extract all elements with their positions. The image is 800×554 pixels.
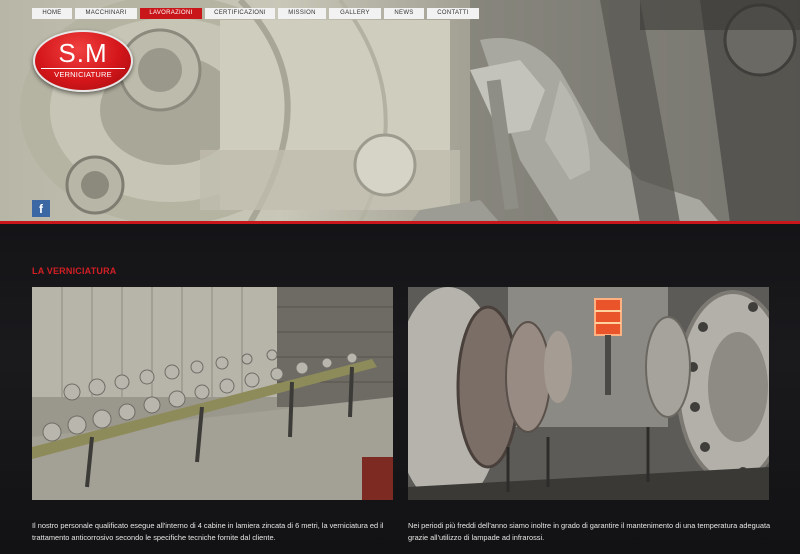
caption-paint-cabin: Il nostro personale qualificato esegue a… [32,521,384,542]
nav-item-gallery[interactable]: GALLERY [329,8,381,19]
photo-paint-cabin [32,287,393,500]
nav-item-macchinari[interactable]: MACCHINARI [75,8,137,19]
nav-item-mission[interactable]: MISSION [278,8,326,19]
logo-main-text: S.M [58,38,108,68]
caption-infrared-lamps: Nei periodi più freddi dell'anno siamo i… [408,521,771,542]
main-navigation: HOME MACCHINARI LAVORAZIONI CERTIFICAZIO… [32,8,479,19]
section-title: LA VERNICIATURA [32,266,117,276]
logo-sub-text: VERNICIATURE [41,68,125,79]
photo-infrared-lamps-illustration [408,287,769,500]
photo-infrared-lamps [408,287,769,500]
nav-item-news[interactable]: NEWS [384,8,424,19]
facebook-icon[interactable]: f [32,200,50,217]
page: HOME MACCHINARI LAVORAZIONI CERTIFICAZIO… [0,0,800,554]
company-logo[interactable]: S.M VERNICIATURE [33,30,133,92]
photo-paint-cabin-illustration [32,287,393,500]
nav-item-home[interactable]: HOME [32,8,72,19]
nav-item-lavorazioni[interactable]: LAVORAZIONI [140,8,202,19]
nav-item-certificazioni[interactable]: CERTIFICAZIONI [205,8,275,19]
nav-item-contatti[interactable]: CONTATTI [427,8,479,19]
